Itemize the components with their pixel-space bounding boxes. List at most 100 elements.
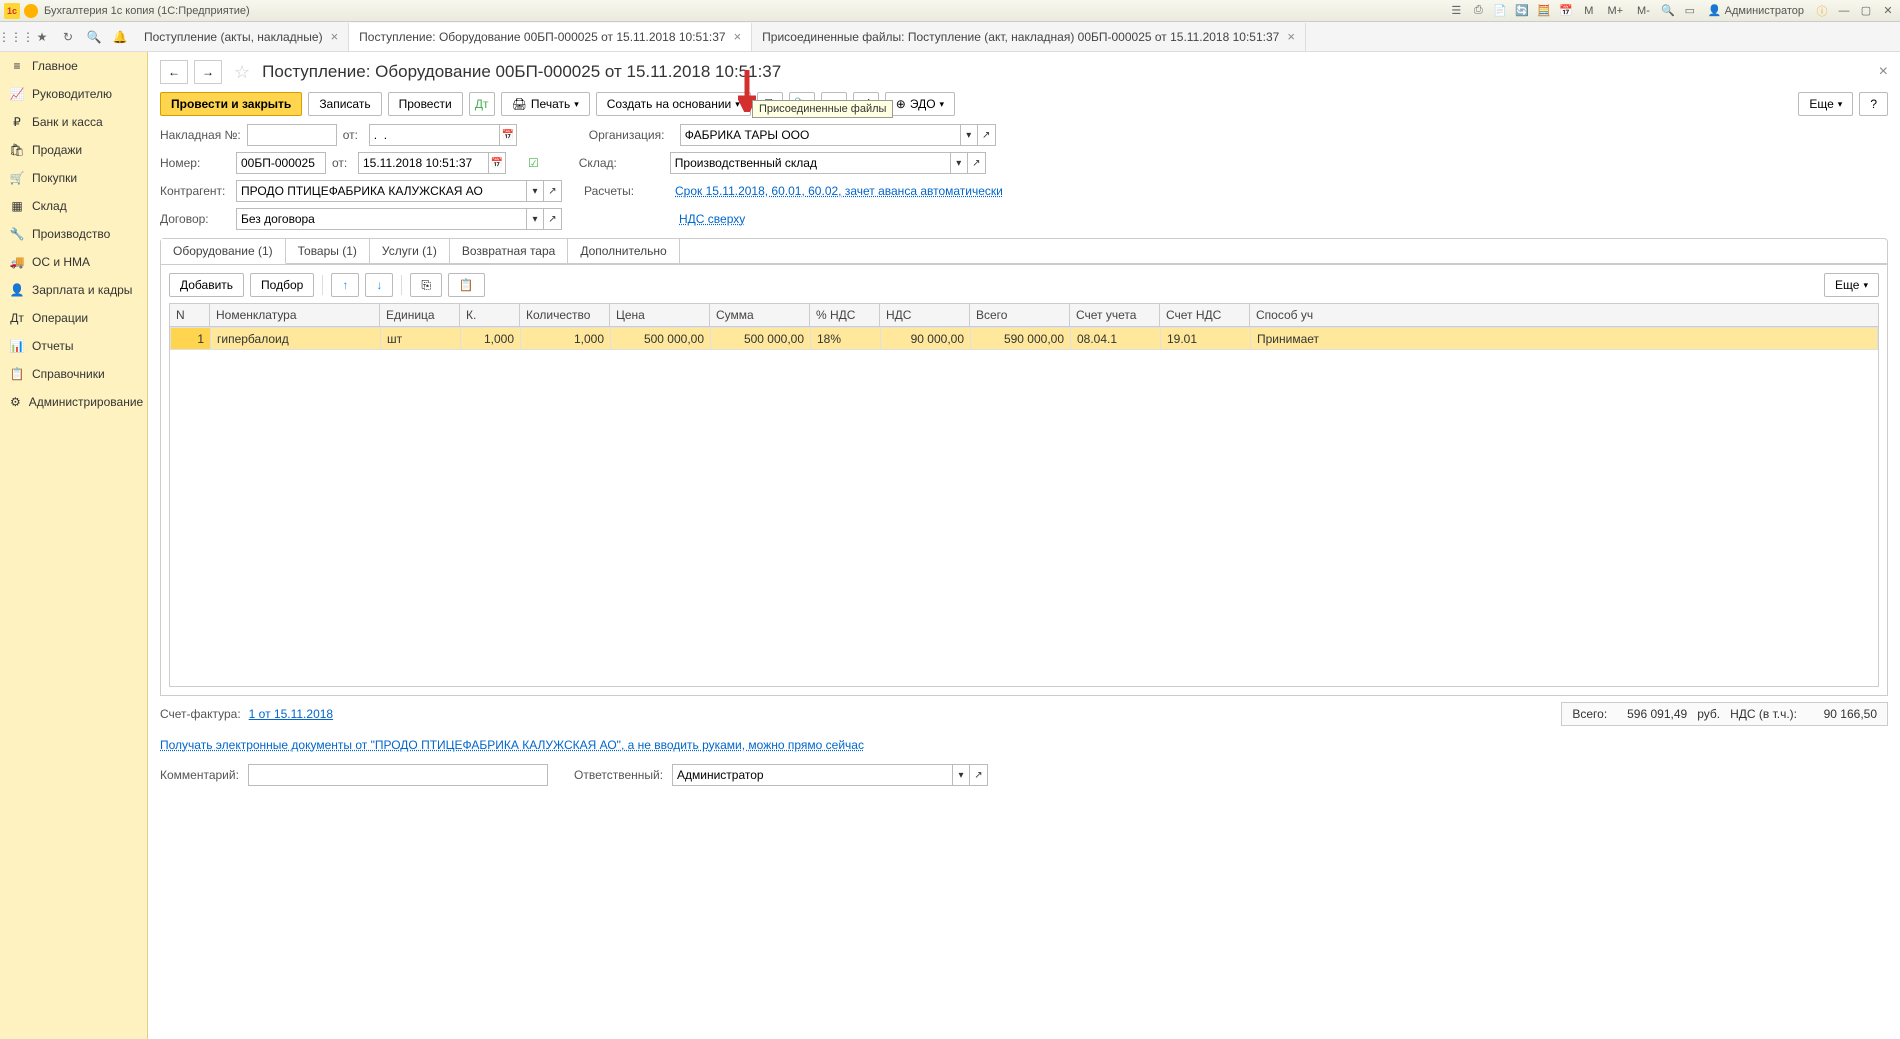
col-sum[interactable]: Сумма	[710, 304, 810, 327]
edo-button[interactable]: ⊕ ЭДО ▾	[885, 92, 955, 116]
sidebar-item-hr[interactable]: 👤Зарплата и кадры	[0, 276, 147, 304]
memory-mminus[interactable]: M-	[1633, 5, 1654, 17]
sidebar-item-operations[interactable]: ДтОперации	[0, 304, 147, 332]
col-nomenclature[interactable]: Номенклатура	[210, 304, 380, 327]
add-row-button[interactable]: Добавить	[169, 273, 244, 297]
back-button[interactable]: ←	[160, 60, 188, 84]
copy-button[interactable]: ⎘	[410, 273, 442, 297]
select-button[interactable]: Подбор	[250, 273, 314, 297]
maximize-icon[interactable]: ▢	[1858, 3, 1874, 19]
create-based-button[interactable]: Создать на основании ▾	[596, 92, 751, 116]
col-total[interactable]: Всего	[970, 304, 1070, 327]
open-icon[interactable]: ↗	[978, 124, 996, 146]
date-input[interactable]	[358, 152, 488, 174]
org-input[interactable]	[680, 124, 960, 146]
list-icon[interactable]: ☰	[1448, 3, 1464, 19]
notifications-icon[interactable]: 🔔	[108, 25, 132, 49]
calc-link[interactable]: Срок 15.11.2018, 60.01, 60.02, зачет ава…	[675, 184, 1003, 198]
dtkt-button[interactable]: Дт	[469, 92, 495, 116]
invoice-date-input[interactable]	[369, 124, 499, 146]
info-icon[interactable]: ⓘ	[1814, 3, 1830, 19]
sidebar-item-main[interactable]: ≡Главное	[0, 52, 147, 80]
table-more-button[interactable]: Еще ▾	[1824, 273, 1879, 297]
doc-icon[interactable]: 📄	[1492, 3, 1508, 19]
user-label[interactable]: 👤 Администратор	[1704, 4, 1808, 17]
tab-close-icon[interactable]: ×	[331, 29, 339, 44]
tab-1[interactable]: Поступление: Оборудование 00БП-000025 от…	[349, 23, 752, 51]
sidebar-item-warehouse[interactable]: ▦Склад	[0, 192, 147, 220]
sidebar-item-assets[interactable]: 🚚ОС и НМА	[0, 248, 147, 276]
sidebar-item-bank[interactable]: ₽Банк и касса	[0, 108, 147, 136]
sidebar-item-catalogs[interactable]: 📋Справочники	[0, 360, 147, 388]
move-up-button[interactable]: ↑	[331, 273, 359, 297]
tab-close-icon[interactable]: ×	[1287, 29, 1295, 44]
table-row[interactable]: 1 гипербалоид шт 1,000 1,000 500 000,00 …	[171, 328, 1878, 350]
print-icon[interactable]: ⎙	[1470, 3, 1486, 19]
tab-0[interactable]: Поступление (акты, накладные)×	[134, 23, 349, 51]
counterparty-input[interactable]	[236, 180, 526, 202]
calc-icon[interactable]: 🧮	[1536, 3, 1552, 19]
sidebar-item-manager[interactable]: 📈Руководителю	[0, 80, 147, 108]
comment-input[interactable]	[248, 764, 548, 786]
save-button[interactable]: Записать	[308, 92, 381, 116]
open-icon[interactable]: ↗	[970, 764, 988, 786]
open-icon[interactable]: ↗	[544, 208, 562, 230]
col-n[interactable]: N	[170, 304, 210, 327]
chevron-down-icon[interactable]: ▾	[960, 124, 978, 146]
number-input[interactable]	[236, 152, 326, 174]
sidebar-item-reports[interactable]: 📊Отчеты	[0, 332, 147, 360]
invoice-link[interactable]: 1 от 15.11.2018	[249, 707, 333, 721]
sidebar-item-sales[interactable]: 🛍Продажи	[0, 136, 147, 164]
calendar-icon[interactable]: 📅	[488, 152, 506, 174]
sidebar-item-admin[interactable]: ⚙Администрирование	[0, 388, 147, 416]
col-accvat[interactable]: Счет НДС	[1160, 304, 1250, 327]
app-menu-icon[interactable]	[24, 4, 38, 18]
apps-icon[interactable]: ⋮⋮⋮	[4, 25, 28, 49]
forward-button[interactable]: →	[194, 60, 222, 84]
page-close-icon[interactable]: ×	[1879, 63, 1888, 81]
post-button[interactable]: Провести	[388, 92, 463, 116]
help-button[interactable]: ?	[1859, 92, 1888, 116]
favorite-icon[interactable]: ★	[30, 25, 54, 49]
refresh-icon[interactable]: 🔄	[1514, 3, 1530, 19]
responsible-input[interactable]	[672, 764, 952, 786]
calendar-icon[interactable]: 📅	[499, 124, 517, 146]
tab-close-icon[interactable]: ×	[734, 29, 742, 44]
chevron-down-icon[interactable]: ▾	[952, 764, 970, 786]
col-vatpct[interactable]: % НДС	[810, 304, 880, 327]
memory-mplus[interactable]: M+	[1603, 5, 1627, 17]
sidebar-item-purchases[interactable]: 🛒Покупки	[0, 164, 147, 192]
chevron-down-icon[interactable]: ▾	[526, 180, 544, 202]
sidebar-item-production[interactable]: 🔧Производство	[0, 220, 147, 248]
memory-m[interactable]: M	[1580, 5, 1597, 17]
col-method[interactable]: Способ уч	[1250, 304, 1879, 327]
vat-link[interactable]: НДС сверху	[679, 212, 745, 226]
close-icon[interactable]: ✕	[1880, 3, 1896, 19]
history-icon[interactable]: ↻	[56, 25, 80, 49]
invoice-no-input[interactable]	[247, 124, 337, 146]
chevron-down-icon[interactable]: ▾	[526, 208, 544, 230]
search-tab-icon[interactable]: 🔍	[82, 25, 106, 49]
subtab-goods[interactable]: Товары (1)	[286, 239, 370, 263]
star-icon[interactable]: ☆	[234, 62, 250, 83]
more-button[interactable]: Еще ▾	[1798, 92, 1853, 116]
print-button[interactable]: 🖨 Печать ▾	[501, 92, 590, 116]
open-icon[interactable]: ↗	[968, 152, 986, 174]
calendar-icon[interactable]: 📅	[1558, 3, 1574, 19]
tab-2[interactable]: Присоединенные файлы: Поступление (акт, …	[752, 23, 1306, 51]
col-acc[interactable]: Счет учета	[1070, 304, 1160, 327]
move-down-button[interactable]: ↓	[365, 273, 393, 297]
open-icon[interactable]: ↗	[544, 180, 562, 202]
col-qty[interactable]: Количество	[520, 304, 610, 327]
col-price[interactable]: Цена	[610, 304, 710, 327]
col-k[interactable]: К.	[460, 304, 520, 327]
warehouse-input[interactable]	[670, 152, 950, 174]
original-icon[interactable]: ☑	[528, 156, 539, 170]
panel-icon[interactable]: ▭	[1682, 3, 1698, 19]
contract-input[interactable]	[236, 208, 526, 230]
chevron-down-icon[interactable]: ▾	[950, 152, 968, 174]
col-vat[interactable]: НДС	[880, 304, 970, 327]
edoc-link[interactable]: Получать электронные документы от "ПРОДО…	[160, 738, 864, 752]
col-unit[interactable]: Единица	[380, 304, 460, 327]
subtab-equipment[interactable]: Оборудование (1)	[161, 239, 286, 264]
